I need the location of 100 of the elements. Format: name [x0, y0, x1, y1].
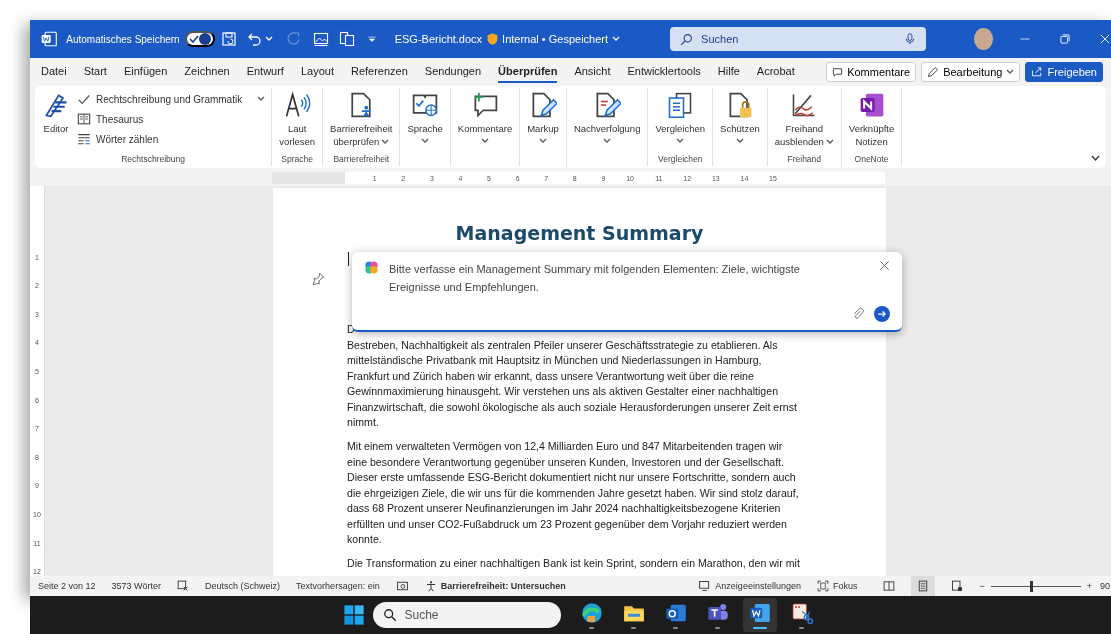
swirl-logo-icon [364, 260, 379, 275]
text-cursor [348, 252, 349, 266]
autosave-toggle[interactable] [184, 31, 215, 47]
comments-button[interactable]: Kommentare [826, 62, 917, 82]
list-lines-icon [77, 132, 91, 146]
ribbon-button[interactable]: Schützen [717, 88, 763, 154]
undo-icon[interactable] [246, 31, 263, 47]
zoom-level[interactable]: 90 [1100, 581, 1110, 591]
chevron-down-icon [257, 96, 266, 102]
menu-tab[interactable]: Layout [300, 61, 334, 83]
taskbar-app[interactable] [742, 598, 777, 632]
page-count[interactable]: Seite 2 von 12 [38, 581, 96, 591]
picture-icon[interactable] [312, 31, 329, 47]
accessibility-button[interactable]: Barrierefreiheit: Untersuchen [424, 580, 566, 592]
menu-tab[interactable]: Ansicht [574, 61, 611, 83]
save-icon[interactable] [220, 31, 237, 47]
menu-tab[interactable]: Sendungen [424, 61, 482, 83]
speech-bubble-icon [832, 66, 844, 78]
taskbar-search-field[interactable]: Suche [372, 602, 561, 628]
document-tile-icon [747, 601, 772, 625]
person-icon [424, 580, 437, 592]
chevron-down-icon [825, 139, 834, 145]
language-label[interactable]: Deutsch (Schweiz) [205, 581, 281, 591]
check-mark-icon [77, 92, 91, 106]
pages-icon[interactable] [338, 31, 355, 47]
close-icon [879, 260, 890, 271]
menu-tab[interactable]: Acrobat [756, 61, 795, 83]
proofing-icon[interactable] [177, 580, 190, 592]
send-button[interactable] [874, 306, 890, 322]
ribbon-button[interactable]: Rechtschreibung und Grammatik [75, 90, 268, 108]
menu-tab[interactable]: Start [83, 61, 107, 83]
ribbon-button[interactable]: Editor [39, 88, 73, 154]
chevron-down-icon [381, 139, 390, 145]
monitor-icon [698, 580, 712, 592]
document-name: ESG-Bericht.docx [394, 33, 483, 45]
menu-tab[interactable]: Überprüfen [498, 61, 558, 83]
caret-down-icon[interactable] [366, 34, 377, 44]
ribbon-button[interactable]: Barrierefreiheit überprüfen [327, 88, 396, 154]
page-icon [917, 580, 930, 592]
menu-tab[interactable]: Entwurf [246, 61, 284, 83]
letter-waves-icon [283, 91, 312, 119]
group-label: Sprache [281, 154, 313, 166]
word-count[interactable]: 3573 Wörter [111, 581, 162, 591]
ribbon-button[interactable]: Nachverfolgung [570, 88, 644, 154]
group-label: OneNote [854, 154, 889, 166]
ribbon-button[interactable]: Freihand ausblenden [771, 88, 837, 154]
share-button[interactable]: Freigeben [1025, 62, 1103, 82]
ribbon-button[interactable]: Markup [524, 88, 562, 154]
chevron-down-icon [735, 138, 744, 144]
menu-tab[interactable]: Zeichnen [184, 61, 230, 83]
group-label: Vergleichen [658, 154, 703, 166]
focus-frame-icon [816, 580, 829, 592]
print-layout-button[interactable] [911, 576, 936, 596]
close-button[interactable] [879, 260, 890, 271]
pin-icon[interactable] [311, 271, 325, 287]
chevron-down-icon [676, 138, 685, 144]
editing-button[interactable]: Bearbeitung [921, 62, 1021, 82]
document-tile-icon[interactable] [40, 30, 59, 48]
chevron-down-icon [421, 138, 430, 144]
microphone-icon[interactable] [904, 32, 917, 46]
chevron-down-icon [1006, 69, 1015, 75]
pencil-icon [927, 66, 940, 78]
chevron-down-icon [481, 138, 489, 144]
camera-icon[interactable] [395, 580, 409, 592]
ribbon-button[interactable]: Vergleichen [652, 88, 709, 154]
menu-tab[interactable]: Datei [41, 61, 67, 83]
autosave-label: Automatisches Speichern [66, 33, 180, 45]
group-label: Rechtschreibung [121, 154, 185, 166]
shield-icon [486, 32, 500, 46]
ribbon-button[interactable]: Thesaurus [75, 110, 268, 128]
arrow-right-icon [877, 309, 887, 319]
pen-lines-icon [42, 91, 70, 119]
zoom-in-button[interactable]: + [1086, 581, 1092, 591]
ribbon-button[interactable]: Verknüpfte Notizen [845, 88, 898, 154]
menu-tab[interactable]: Entwicklertools [627, 61, 701, 83]
page-globe-icon [951, 580, 964, 592]
chevron-down-icon[interactable] [1091, 155, 1100, 162]
ribbon-button[interactable]: Laut vorlesen [276, 88, 319, 154]
group-label: Barrierefreiheit [333, 154, 390, 166]
text-predictions-label[interactable]: Textvorhersagen: ein [296, 581, 380, 591]
zoom-out-button[interactable]: − [979, 581, 985, 591]
zoom-slider-thumb[interactable] [1030, 580, 1034, 592]
four-squares-icon[interactable] [342, 604, 365, 626]
document-status[interactable]: Internal • Gespeichert [502, 33, 609, 45]
ribbon-button[interactable]: Wörter zählen [75, 130, 268, 148]
document-heading: Management Summary [454, 222, 705, 244]
menu-tab[interactable]: Referenzen [350, 61, 408, 83]
display-settings-button[interactable]: Anzeigeeinstellungen [698, 580, 801, 592]
menu-tab[interactable]: Hilfe [717, 61, 740, 83]
avatar-circle[interactable] [974, 28, 993, 50]
focus-button[interactable]: Fokus [816, 580, 858, 592]
ribbon-button[interactable]: Kommentare [454, 88, 516, 154]
ribbon-button[interactable]: Sprache [404, 88, 446, 154]
restore-icon[interactable] [1059, 33, 1071, 45]
body-paragraph: Mit einem verwalteten Vermögen von 12,4 Milliarden Euro und 847 Mitarbeitenden tragen wir eine besondere Verantwortung gegenüber unseren Kunden, Investoren und der Gesellschaft. Dieser erste umfassende ESG-Bericht dokumentiert nicht nur unsere Fortschritte, sondern auch die ehrgeizigen Ziele, die wir uns für die kommenden Jahre gesetzt haben. Wir sind stolz darauf, dass 68 Prozent unserer Neufinanzierungen im Jahr 2024 nachhaltigkeitsbezogene Kriterien erfüllten und unser CO2-Fußabdruck um 23 Prozent gegenüber dem Vorjahr reduziert werden konnte. [347, 439, 800, 547]
search-field[interactable]: Suchen [670, 27, 927, 51]
paperclip-icon[interactable] [852, 307, 864, 321]
close-icon[interactable] [1099, 33, 1111, 45]
menu-tab[interactable]: Einfügen [123, 61, 168, 83]
chevron-down-icon [603, 138, 612, 144]
